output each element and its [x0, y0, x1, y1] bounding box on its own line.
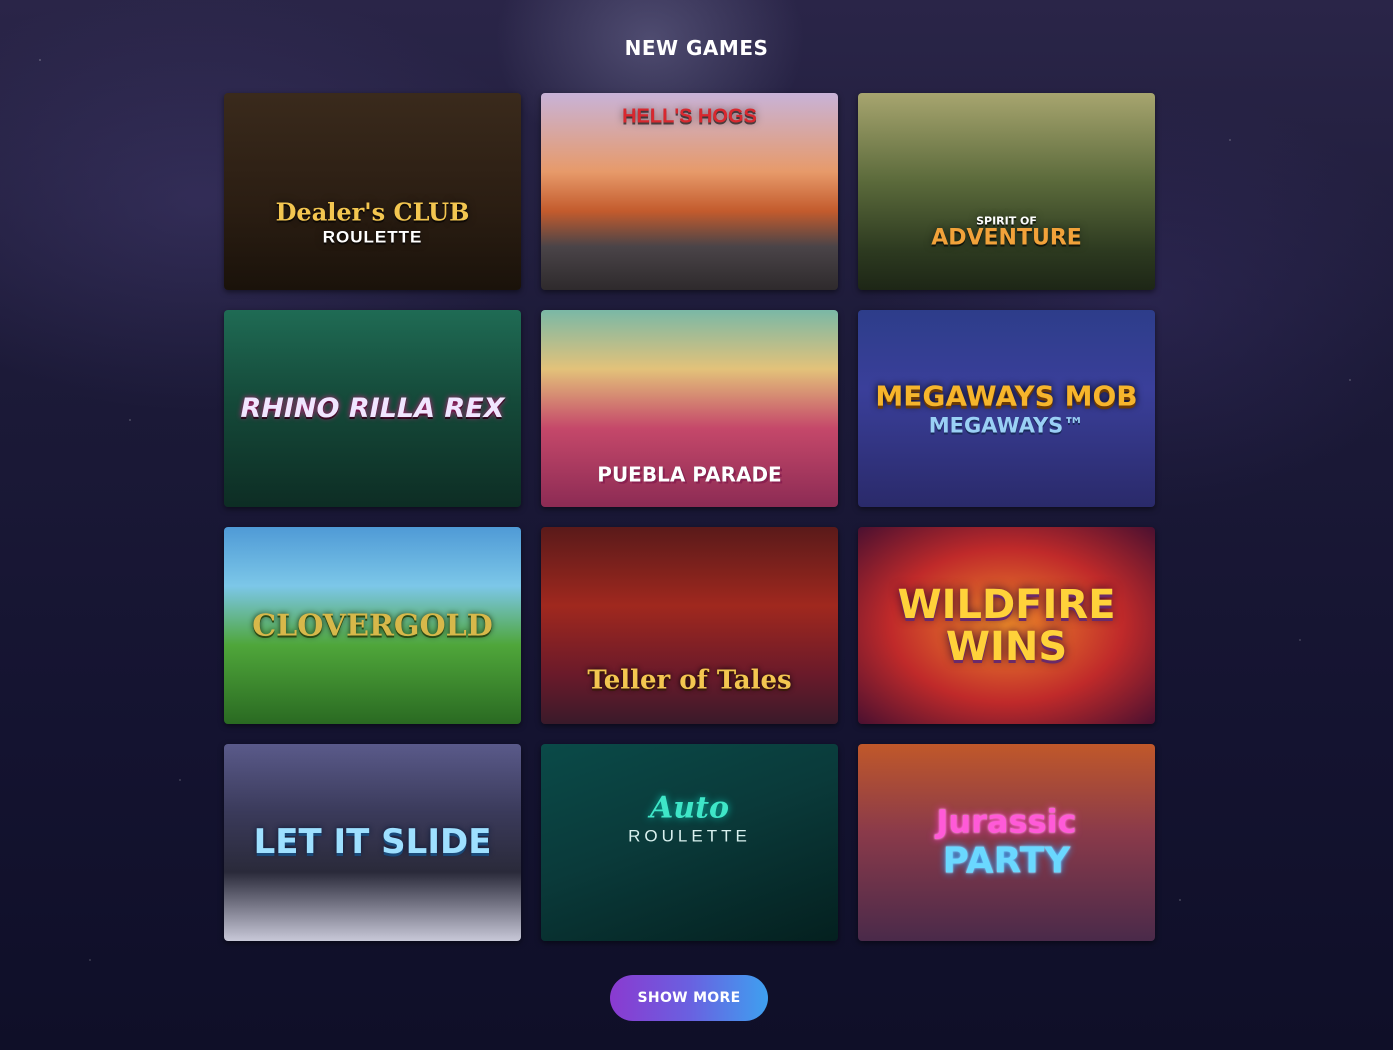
game-subtitle: ROULETTE	[628, 826, 751, 846]
game-tile-clover-gold[interactable]: CLOVERGOLD	[224, 527, 521, 724]
game-tile-let-it-slide[interactable]: LET IT SLIDE	[224, 744, 521, 941]
game-title-text: Auto	[650, 790, 729, 826]
game-title-text: PUEBLA PARADE	[597, 462, 782, 487]
game-title-text: HELL'S HOGS	[622, 105, 757, 128]
game-title: Teller of Tales	[541, 665, 838, 696]
game-title: CLOVERGOLD	[224, 610, 521, 642]
game-tile-jurassic-party[interactable]: Jurassic PARTY	[858, 744, 1155, 941]
game-tile-hells-hogs[interactable]: HELL'S HOGS	[541, 93, 838, 290]
game-subtitle: ROULETTE	[322, 227, 423, 247]
section-title: NEW GAMES	[624, 36, 769, 60]
game-thumbnail	[224, 93, 521, 290]
games-grid: Dealer's CLUB ROULETTE HELL'S HOGS SPIRIT…	[224, 93, 1155, 941]
game-title: MEGAWAYS MOB MEGAWAYS™	[858, 378, 1155, 438]
game-tile-megaways-mob[interactable]: MEGAWAYS MOB MEGAWAYS™	[858, 310, 1155, 507]
game-subtitle: PARTY	[942, 840, 1071, 882]
game-tile-auto-roulette[interactable]: Auto ROULETTE	[541, 744, 838, 941]
game-title: PUEBLA PARADE	[541, 462, 838, 487]
game-tile-teller-of-tales[interactable]: Teller of Tales	[541, 527, 838, 724]
show-more-button[interactable]: SHOW MORE	[610, 975, 768, 1021]
game-title: Auto ROULETTE	[541, 792, 838, 845]
game-title-text: LET IT SLIDE	[253, 821, 492, 862]
game-title-text: MEGAWAYS MOB	[875, 378, 1138, 412]
game-title: SPIRIT OF ADVENTURE	[858, 212, 1155, 251]
game-title-text: RHINO RILLA REX	[240, 392, 505, 424]
game-title: LET IT SLIDE	[224, 821, 521, 862]
game-tile-dealers-club-roulette[interactable]: Dealer's CLUB ROULETTE	[224, 93, 521, 290]
game-title: Jurassic PARTY	[858, 801, 1155, 882]
game-tile-rhino-rilla-rex[interactable]: RHINO RILLA REX	[224, 310, 521, 507]
game-title-text: WILDFIRE WINS	[897, 581, 1116, 670]
game-title: WILDFIRE WINS	[858, 584, 1155, 668]
game-title-text: CLOVERGOLD	[252, 607, 493, 643]
game-title: Dealer's CLUB ROULETTE	[224, 197, 521, 247]
game-title: RHINO RILLA REX	[224, 394, 521, 422]
game-title-text: Teller of Tales	[587, 665, 792, 696]
game-thumbnail	[858, 93, 1155, 290]
game-tile-puebla-parade[interactable]: PUEBLA PARADE	[541, 310, 838, 507]
game-subtitle: MEGAWAYS™	[928, 413, 1085, 438]
game-title-text: ADVENTURE	[931, 226, 1082, 252]
game-title-text: Dealer's CLUB	[275, 197, 470, 227]
game-title: HELL'S HOGS	[541, 106, 838, 127]
game-tile-spirit-of-adventure[interactable]: SPIRIT OF ADVENTURE	[858, 93, 1155, 290]
game-title-text: Jurassic	[936, 801, 1077, 840]
game-tile-wildfire-wins[interactable]: WILDFIRE WINS	[858, 527, 1155, 724]
